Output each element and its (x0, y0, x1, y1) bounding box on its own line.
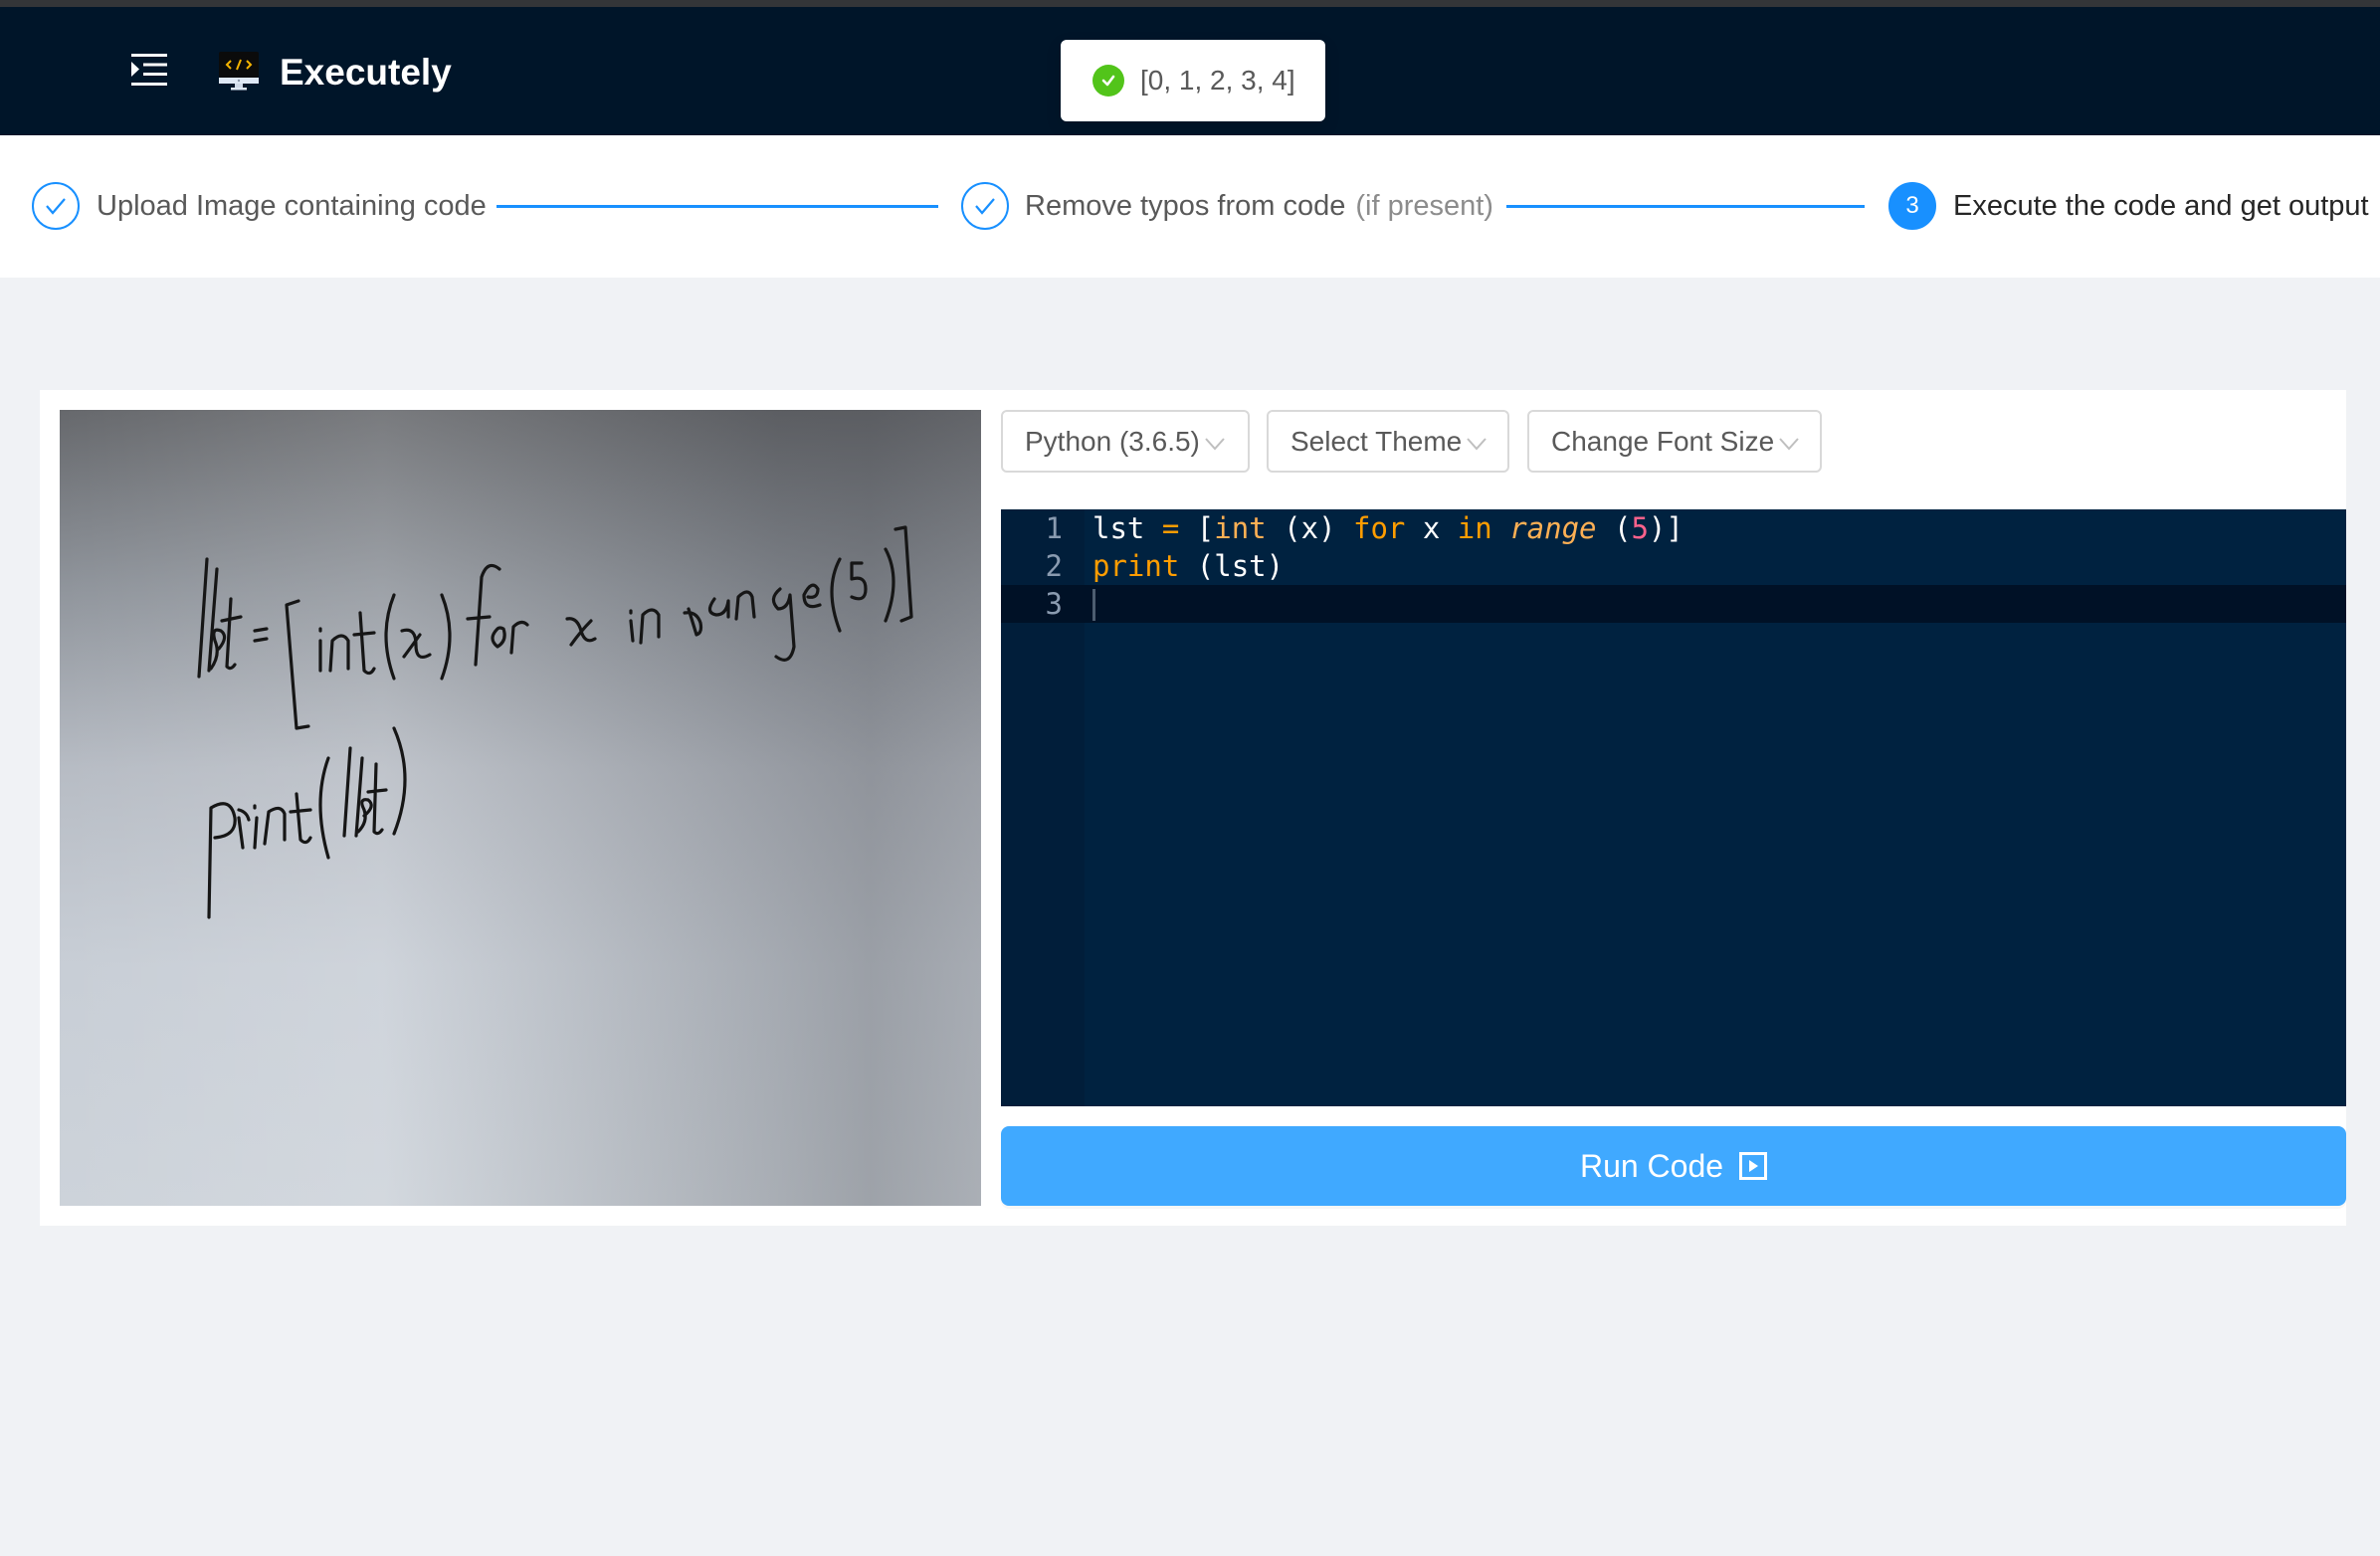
line-number: 1 (1045, 511, 1063, 545)
step-2-check-icon (961, 182, 1009, 230)
code-punctuation (1144, 511, 1161, 545)
uploaded-code-image (60, 410, 981, 1206)
code-punctuation: ( (1284, 511, 1301, 545)
step-3-title: Execute the code and get output (1953, 188, 2369, 224)
editor-line-active: 3 (1001, 585, 2346, 623)
steps-bar: Upload Image containing code Remove typo… (0, 135, 2380, 278)
code-keyword: in (1457, 511, 1492, 545)
step-2-title: Remove typos from code (if present) (1025, 188, 1493, 224)
code-punctuation (1492, 511, 1509, 545)
code-editor[interactable]: 1 lst = [int (x) for x in range (5)] 2 p… (1001, 509, 2346, 1106)
code-punctuation: ) (1318, 511, 1336, 545)
menu-unfold-icon (131, 54, 167, 86)
step-1-label: Upload Image containing code (97, 190, 487, 222)
language-select[interactable]: Python (3.6.5) (1001, 410, 1250, 473)
chevron-down-icon (1204, 426, 1226, 458)
editor-line: 1 lst = [int (x) for x in range (5)] (1001, 509, 2346, 547)
language-select-value: Python (3.6.5) (1025, 425, 1200, 457)
code-punctuation: ( (1613, 511, 1632, 545)
check-circle-icon (1092, 65, 1124, 97)
play-square-icon (1739, 1152, 1768, 1180)
line-code: lst = [int (x) for x in range (5)] (1092, 509, 1684, 547)
app-title: Executely (280, 52, 452, 93)
code-identifier: lst (1092, 511, 1145, 545)
code-punctuation (1440, 511, 1457, 545)
step-3-number: 3 (1888, 182, 1936, 230)
code-punctuation: ( (1196, 549, 1215, 583)
run-code-label: Run Code (1579, 1147, 1724, 1184)
code-punctuation (1267, 511, 1284, 545)
step-1-connector (496, 205, 938, 208)
code-punctuation (1179, 549, 1196, 583)
code-identifier: x (1300, 511, 1319, 545)
code-punctuation (1597, 511, 1614, 545)
code-identifier: lst (1214, 549, 1267, 583)
output-toast: [0, 1, 2, 3, 4] (1061, 40, 1325, 121)
workspace-card: Python (3.6.5) Select Theme Change Font … (40, 390, 2346, 1226)
code-keyword: for (1353, 511, 1406, 545)
code-punctuation (1405, 511, 1422, 545)
theme-select[interactable]: Select Theme (1267, 410, 1509, 473)
line-number: 3 (1045, 587, 1063, 621)
output-message: [0, 1, 2, 3, 4] (1140, 65, 1295, 96)
window-top-strip (0, 0, 2380, 7)
step-2-description: (if present) (1355, 190, 1493, 222)
code-punctuation: ) (1648, 511, 1667, 545)
code-punctuation (1179, 511, 1196, 545)
menu-toggle-button[interactable] (131, 54, 167, 86)
code-identifier: x (1422, 511, 1441, 545)
code-keyword: print (1092, 549, 1180, 583)
run-code-button[interactable]: Run Code (1001, 1126, 2346, 1206)
code-builtin: int (1214, 511, 1267, 545)
theme-select-value: Select Theme (1290, 425, 1463, 457)
editor-line: 2 print (lst) (1001, 547, 2346, 585)
step-1-title: Upload Image containing code (97, 188, 487, 224)
code-function: range (1509, 511, 1597, 545)
step-1-check-icon (32, 182, 80, 230)
chevron-down-icon (1466, 426, 1488, 458)
step-2-label: Remove typos from code (1025, 190, 1346, 222)
code-punctuation (1336, 511, 1353, 545)
code-number: 5 (1631, 511, 1649, 545)
handwriting-strokes (197, 525, 913, 919)
font-size-select-value: Change Font Size (1551, 425, 1775, 457)
code-punctuation: ) (1266, 549, 1285, 583)
step-2-connector (1506, 205, 1865, 208)
font-size-select[interactable]: Change Font Size (1527, 410, 1822, 473)
line-number: 2 (1045, 549, 1063, 583)
code-operator: = (1161, 511, 1180, 545)
code-punctuation: ] (1666, 511, 1684, 545)
code-punctuation: [ (1196, 511, 1215, 545)
text-cursor (1092, 589, 1095, 621)
chevron-down-icon (1778, 426, 1800, 458)
monitor-code-icon (219, 52, 259, 92)
step-3-label: Execute the code and get output (1953, 190, 2369, 222)
line-code: print (lst) (1092, 547, 1284, 585)
